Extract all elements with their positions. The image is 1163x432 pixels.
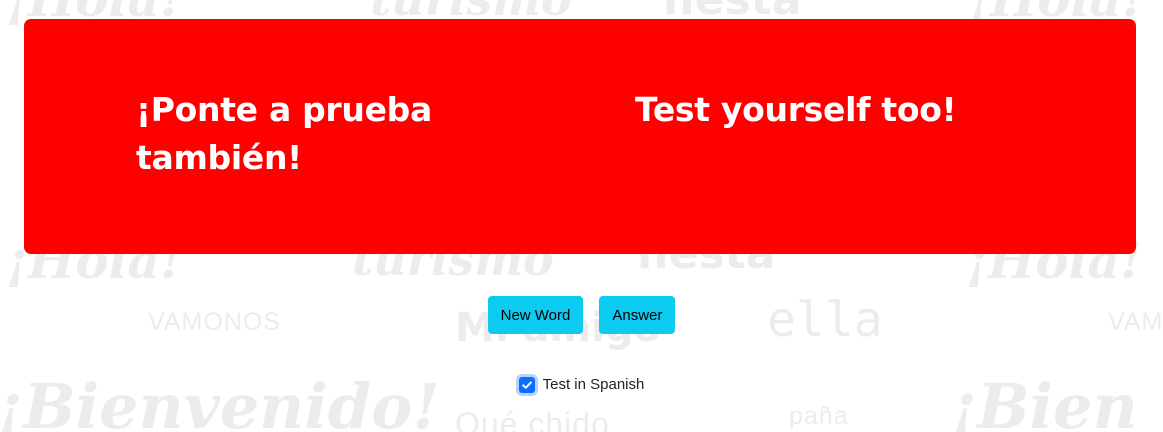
flashcard-banner: ¡Ponte a prueba también! Test yourself t… <box>24 19 1136 254</box>
answer-button[interactable]: Answer <box>599 296 676 334</box>
new-word-button[interactable]: New Word <box>487 296 584 334</box>
test-in-spanish-checkbox[interactable] <box>518 376 535 393</box>
controls-bar: New Word Answer <box>0 296 1163 334</box>
test-in-spanish-label[interactable]: Test in Spanish <box>543 376 645 393</box>
test-in-spanish-toggle: Test in Spanish <box>0 376 1163 393</box>
spanish-prompt: ¡Ponte a prueba también! <box>136 90 432 177</box>
checkmark-icon <box>521 380 532 389</box>
watermark-word: Qué chido <box>455 406 610 432</box>
english-prompt: Test yourself too! <box>635 90 957 129</box>
watermark-word: paña <box>789 402 849 430</box>
